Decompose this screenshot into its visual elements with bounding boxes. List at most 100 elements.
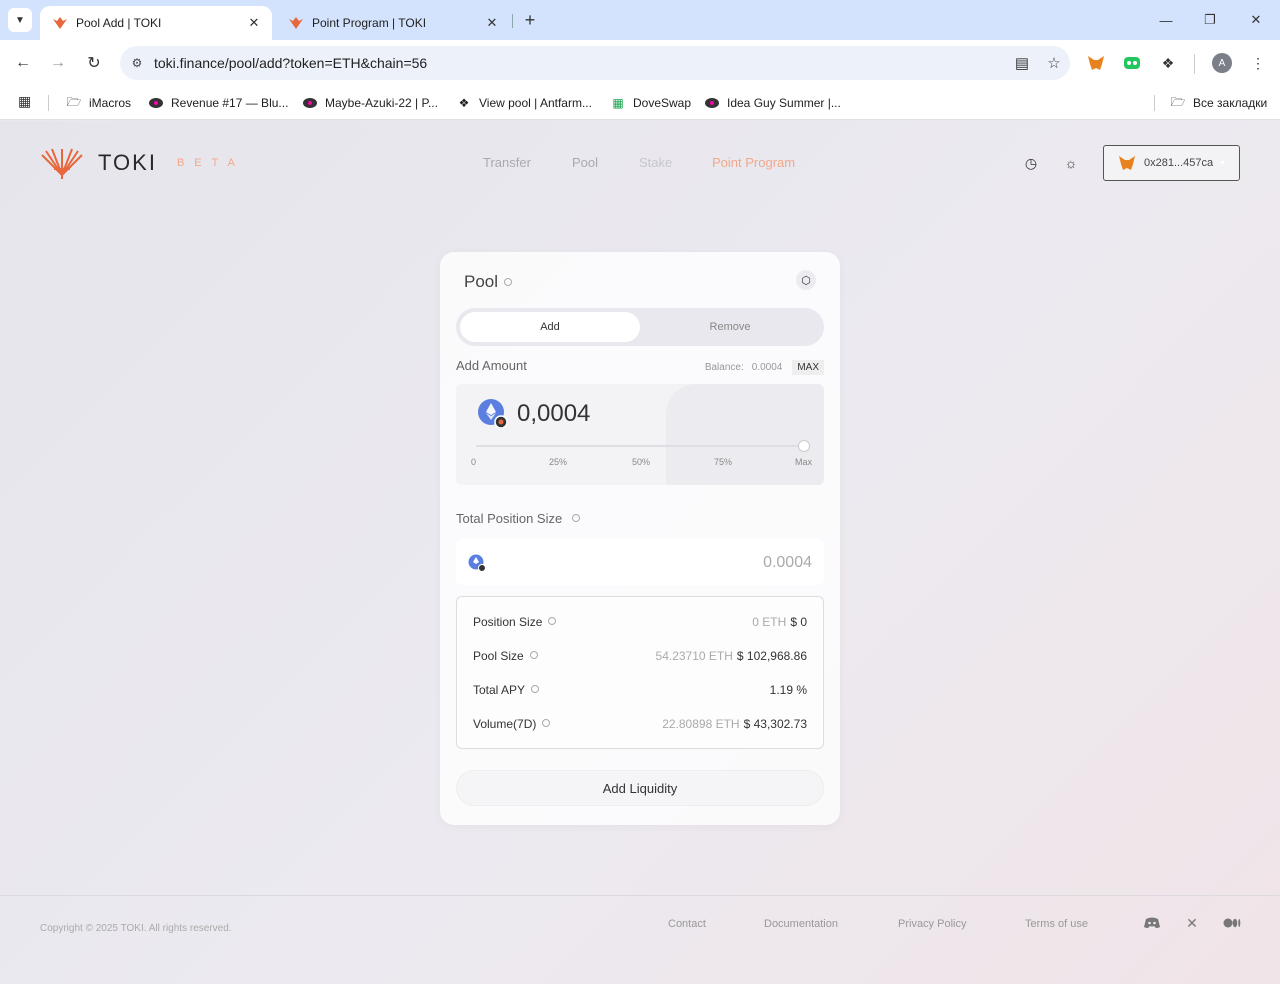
bookmark-star-icon[interactable]: ☆	[1038, 54, 1070, 72]
amount-slider-thumb[interactable]	[798, 440, 810, 452]
extensions-puzzle-icon[interactable]: ❖	[1157, 52, 1179, 74]
browser-tab-pool-add[interactable]: Pool Add | TOKI ✕	[40, 6, 272, 40]
info-icon[interactable]	[531, 685, 540, 693]
folder-icon: 🗁	[1170, 94, 1186, 109]
info-icon[interactable]	[542, 719, 551, 727]
bookmark-label: Idea Guy Summer |...	[727, 96, 841, 110]
footer-terms[interactable]: Terms of use	[1025, 918, 1088, 930]
medium-icon[interactable]	[1223, 915, 1241, 931]
discord-icon[interactable]	[1143, 915, 1161, 931]
bookmark-revenue[interactable]: Revenue #17 — Blu...	[148, 93, 288, 113]
profile-avatar[interactable]: A	[1212, 53, 1232, 73]
metamask-fox-icon	[1118, 155, 1136, 171]
tab-search-button[interactable]: ▼	[8, 8, 32, 32]
tab-add[interactable]: Add	[460, 312, 640, 342]
bookmark-maybe-azuki[interactable]: Maybe-Azuki-22 | P...	[302, 93, 438, 113]
bookmark-idea-guy[interactable]: Idea Guy Summer |...	[704, 93, 841, 113]
footer-contact[interactable]: Contact	[668, 918, 706, 930]
amount-input-box[interactable]: 0,0004 0 25% 50% 75% Max	[456, 384, 824, 485]
slider-tick-25[interactable]: 25%	[549, 457, 567, 467]
balance-row: Balance: 0.0004 MAX	[705, 360, 824, 375]
browser-tab-bar: ▼ Pool Add | TOKI ✕ Point Program | TOKI…	[0, 0, 1280, 40]
site-favicon-icon	[148, 95, 164, 111]
bookmark-imacros[interactable]: 🗁 iMacros	[66, 93, 131, 113]
url-text[interactable]: toki.finance/pool/add?token=ETH&chain=56	[154, 55, 1006, 71]
footer-documentation[interactable]: Documentation	[764, 918, 838, 930]
restore-icon[interactable]: ❐	[1200, 10, 1220, 30]
stat-position-size: Position Size 0 ETH $ 0	[473, 615, 807, 631]
all-bookmarks[interactable]: 🗁 Все закладки	[1170, 93, 1268, 113]
info-icon[interactable]	[548, 617, 557, 625]
history-clock-icon[interactable]: ◷	[1023, 155, 1039, 171]
total-position-box: 0.0004	[456, 539, 824, 585]
stat-name: Position Size	[473, 615, 543, 629]
close-icon[interactable]: ✕	[484, 15, 500, 31]
x-icon[interactable]: ✕	[1183, 915, 1201, 931]
info-icon[interactable]	[572, 514, 581, 522]
new-tab-plus-icon[interactable]: +	[520, 10, 540, 30]
bookmarks-bar: ▦ 🗁 iMacros Revenue #17 — Blu... Maybe-A…	[0, 86, 1280, 120]
stat-total-apy: Total APY 1.19 %	[473, 683, 807, 699]
browser-tab-point-program[interactable]: Point Program | TOKI ✕	[276, 6, 510, 40]
nav-pool[interactable]: Pool	[572, 155, 598, 170]
back-arrow-icon[interactable]: ←	[12, 52, 34, 74]
amount-slider-track[interactable]	[476, 445, 804, 447]
logo-beta: BETA	[176, 157, 245, 169]
minimize-icon[interactable]: —	[1156, 10, 1176, 30]
pool-card: Pool ⬡ Add Remove Add Amount Balance: 0.…	[440, 252, 840, 825]
stat-pool-size: Pool Size 54.23710 ETH $ 102,968.86	[473, 649, 807, 665]
bookmarks-separator	[48, 95, 49, 111]
reload-icon[interactable]: ↻	[83, 52, 105, 74]
stat-usd: $ 0	[790, 615, 807, 629]
toki-logo[interactable]: TOKI BETA	[40, 145, 245, 181]
eth-token-icon	[478, 399, 507, 428]
stat-volume-7d: Volume(7D) 22.80898 ETH $ 43,302.73	[473, 717, 807, 733]
max-button[interactable]: MAX	[792, 360, 824, 375]
bookmark-label: Maybe-Azuki-22 | P...	[325, 96, 438, 110]
metamask-extension-icon[interactable]	[1085, 52, 1107, 74]
forward-arrow-icon[interactable]: →	[47, 52, 69, 74]
apps-grid-icon[interactable]: ▦	[18, 93, 34, 109]
total-position-label: Total Position Size	[456, 511, 581, 526]
theme-sun-icon[interactable]: ☼	[1063, 155, 1079, 171]
balance-value: 0.0004	[751, 362, 783, 373]
bookmark-antfarm[interactable]: ❖ View pool | Antfarm...	[456, 93, 592, 113]
nav-stake[interactable]: Stake	[639, 155, 672, 170]
slider-tick-max[interactable]: Max	[795, 457, 812, 467]
nav-transfer[interactable]: Transfer	[483, 155, 531, 170]
translate-icon[interactable]: ▤	[1006, 54, 1038, 72]
caret-down-icon: ▼	[1219, 159, 1227, 167]
footer-privacy[interactable]: Privacy Policy	[898, 918, 966, 930]
toolbar-separator	[1194, 54, 1195, 74]
add-liquidity-button[interactable]: Add Liquidity	[456, 770, 824, 806]
nav-point-program[interactable]: Point Program	[712, 155, 795, 170]
close-icon[interactable]: ✕	[246, 15, 262, 31]
bookmark-label: Revenue #17 — Blu...	[171, 96, 289, 110]
bookmark-label: View pool | Antfarm...	[479, 96, 592, 110]
window-close-icon[interactable]: ✕	[1246, 10, 1266, 30]
tab-remove[interactable]: Remove	[640, 312, 820, 342]
bookmark-doveswap[interactable]: ▦ DoveSwap	[610, 93, 691, 113]
site-favicon-icon	[302, 95, 318, 111]
menu-kebab-icon[interactable]: ⋮	[1247, 52, 1269, 74]
extension-icon[interactable]	[1121, 52, 1143, 74]
slider-tick-75[interactable]: 75%	[714, 457, 732, 467]
toki-favicon-icon	[288, 16, 304, 30]
pool-title-text: Pool	[464, 272, 499, 291]
stat-usd: $ 43,302.73	[743, 717, 807, 731]
cube-settings-icon[interactable]: ⬡	[796, 270, 816, 290]
amount-value[interactable]: 0,0004	[517, 400, 590, 428]
tab-title: Point Program | TOKI	[312, 16, 427, 30]
stat-usd: $ 102,968.86	[736, 649, 807, 663]
tab-separator	[512, 14, 513, 28]
slider-tick-0[interactable]: 0	[471, 457, 476, 467]
address-bar[interactable]: ⚙ toki.finance/pool/add?token=ETH&chain=…	[120, 46, 1070, 80]
folder-icon: 🗁	[66, 94, 82, 109]
slider-tick-50[interactable]: 50%	[632, 457, 650, 467]
wallet-button[interactable]: 0x281...457ca ▼	[1103, 145, 1240, 181]
site-settings-icon[interactable]: ⚙	[120, 56, 154, 70]
info-icon[interactable]	[504, 278, 513, 286]
amount-box-shade	[666, 384, 824, 485]
stat-name: Pool Size	[473, 649, 524, 663]
info-icon[interactable]	[529, 651, 538, 659]
